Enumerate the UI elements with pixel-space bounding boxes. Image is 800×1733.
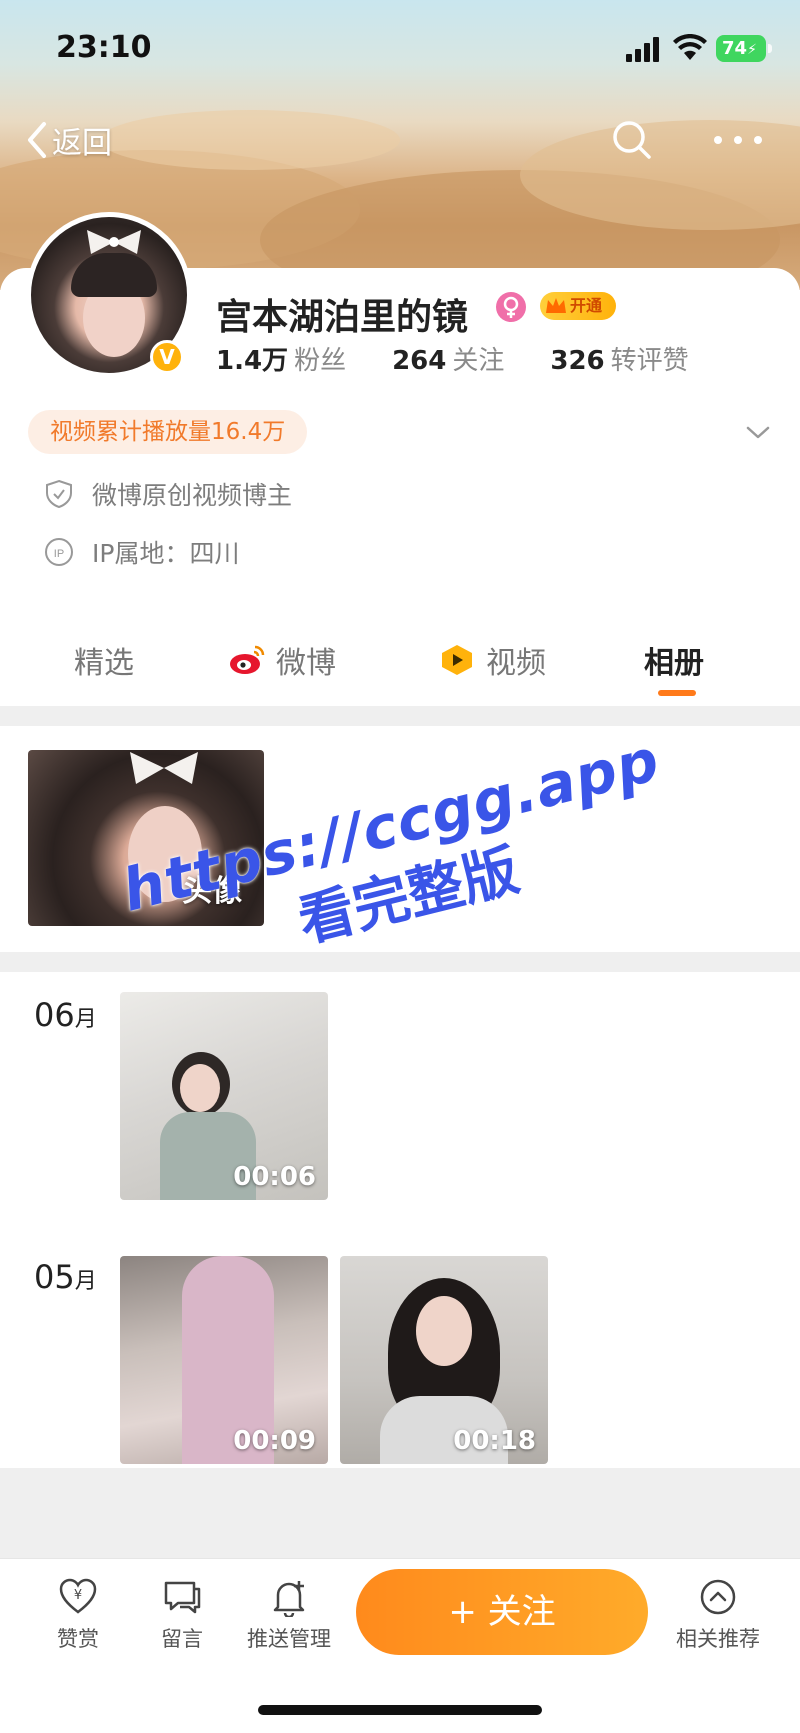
- month-unit: 月: [74, 1007, 97, 1032]
- video-duration: 00:18: [453, 1426, 536, 1456]
- vip-open-badge[interactable]: 开通: [540, 292, 616, 320]
- stat-followers[interactable]: 1.4万 粉丝: [216, 340, 346, 377]
- tab-album[interactable]: 相册: [644, 638, 704, 682]
- related-recommend-button[interactable]: 相关推荐: [660, 1577, 776, 1653]
- profile-stats: 1.4万 粉丝 264 关注 326 转评赞: [216, 340, 735, 377]
- stat-label: 关注: [452, 346, 505, 376]
- female-gender-icon: [496, 292, 526, 322]
- svg-text:¥: ¥: [74, 1588, 82, 1603]
- wifi-icon: [673, 34, 707, 60]
- status-bar: 23:10 74⚡: [0, 0, 800, 100]
- month-number: 06: [34, 996, 75, 1034]
- bell-plus-icon: [273, 1581, 305, 1617]
- username: 宫本湖泊里的镜: [216, 297, 469, 338]
- shield-check-icon: [46, 479, 72, 509]
- ip-location-icon: IP: [45, 538, 73, 566]
- push-manage-button[interactable]: 推送管理: [234, 1577, 344, 1653]
- stat-number: 326: [550, 346, 605, 376]
- more-options-icon[interactable]: [708, 126, 768, 154]
- tab-featured[interactable]: 精选: [74, 638, 134, 682]
- weibo-icon: [230, 645, 265, 674]
- tab-label: 相册: [644, 646, 704, 681]
- certification-row: 微博原创视频博主: [44, 476, 292, 512]
- video-thumb[interactable]: 00:18: [340, 1256, 548, 1464]
- push-manage-label: 推送管理: [247, 1627, 331, 1651]
- cellular-signal-icon: [626, 37, 659, 62]
- avatar-album-section: 头像: [0, 726, 800, 952]
- stat-interactions[interactable]: 326 转评赞: [550, 340, 688, 377]
- stat-following[interactable]: 264 关注: [392, 340, 504, 377]
- vip-label: 开通: [570, 296, 603, 315]
- month-label: 05月: [34, 1258, 97, 1296]
- home-indicator[interactable]: [258, 1705, 542, 1715]
- bottom-action-bar: ¥ 赞赏 留言 推送管理 + 关注 相关推荐: [0, 1558, 800, 1733]
- month-unit: 月: [74, 1269, 97, 1294]
- play-count-badge[interactable]: 视频累计播放量16.4万: [28, 410, 308, 454]
- video-thumb[interactable]: 00:09: [120, 1256, 328, 1464]
- profile-tabs: 精选 微博 视频 相册: [0, 628, 800, 704]
- reward-label: 赞赏: [57, 1627, 99, 1651]
- follow-button[interactable]: + 关注: [356, 1569, 648, 1655]
- chevron-down-icon[interactable]: [744, 418, 772, 446]
- message-button[interactable]: 留言: [132, 1577, 232, 1653]
- stat-label: 粉丝: [294, 346, 347, 376]
- heart-yen-icon: ¥: [59, 1578, 97, 1614]
- search-icon[interactable]: [610, 118, 654, 162]
- video-icon: [442, 645, 472, 675]
- divider: [0, 952, 800, 972]
- active-tab-indicator: [658, 690, 696, 696]
- album-caption: 头像: [182, 874, 242, 909]
- back-button[interactable]: 返回: [24, 118, 112, 162]
- related-label: 相关推荐: [676, 1627, 760, 1651]
- video-duration: 00:06: [233, 1162, 316, 1192]
- tab-label: 微博: [276, 646, 336, 681]
- video-duration: 00:09: [233, 1426, 316, 1456]
- month-label: 06月: [34, 996, 97, 1034]
- tab-label: 视频: [486, 646, 546, 681]
- battery-level: 74: [722, 38, 748, 59]
- tab-weibo[interactable]: 微博: [228, 638, 336, 682]
- tab-label: 精选: [74, 646, 134, 681]
- page-bottom-filler: [0, 1468, 800, 1558]
- back-label: 返回: [52, 126, 112, 161]
- svg-text:IP: IP: [54, 548, 64, 560]
- certification-text: 微博原创视频博主: [92, 481, 293, 510]
- bow-decoration: [130, 752, 198, 784]
- ip-location-text: IP属地：四川: [92, 539, 240, 568]
- avatar-album-thumb[interactable]: 头像: [28, 750, 264, 926]
- verified-badge-icon: V: [150, 340, 184, 374]
- chevron-up-circle-icon: [700, 1579, 736, 1615]
- chat-bubble-icon: [164, 1581, 201, 1614]
- stat-number: 1.4万: [216, 346, 289, 376]
- timeline-album-section: 06月 00:06 05月 00:09 00:18: [0, 972, 800, 1468]
- tab-video[interactable]: 视频: [438, 638, 546, 682]
- ip-location-row: IP IP属地：四川: [44, 534, 239, 570]
- stat-number: 264: [392, 346, 447, 376]
- crown-icon: [546, 298, 566, 313]
- status-time: 23:10: [56, 30, 152, 65]
- stat-label: 转评赞: [610, 346, 689, 376]
- message-label: 留言: [161, 1627, 203, 1651]
- divider: [0, 706, 800, 726]
- video-thumb[interactable]: 00:06: [120, 992, 328, 1200]
- battery-icon: 74⚡: [716, 35, 772, 62]
- chevron-left-icon: [28, 122, 46, 158]
- month-number: 05: [34, 1258, 75, 1296]
- reward-button[interactable]: ¥ 赞赏: [28, 1577, 128, 1653]
